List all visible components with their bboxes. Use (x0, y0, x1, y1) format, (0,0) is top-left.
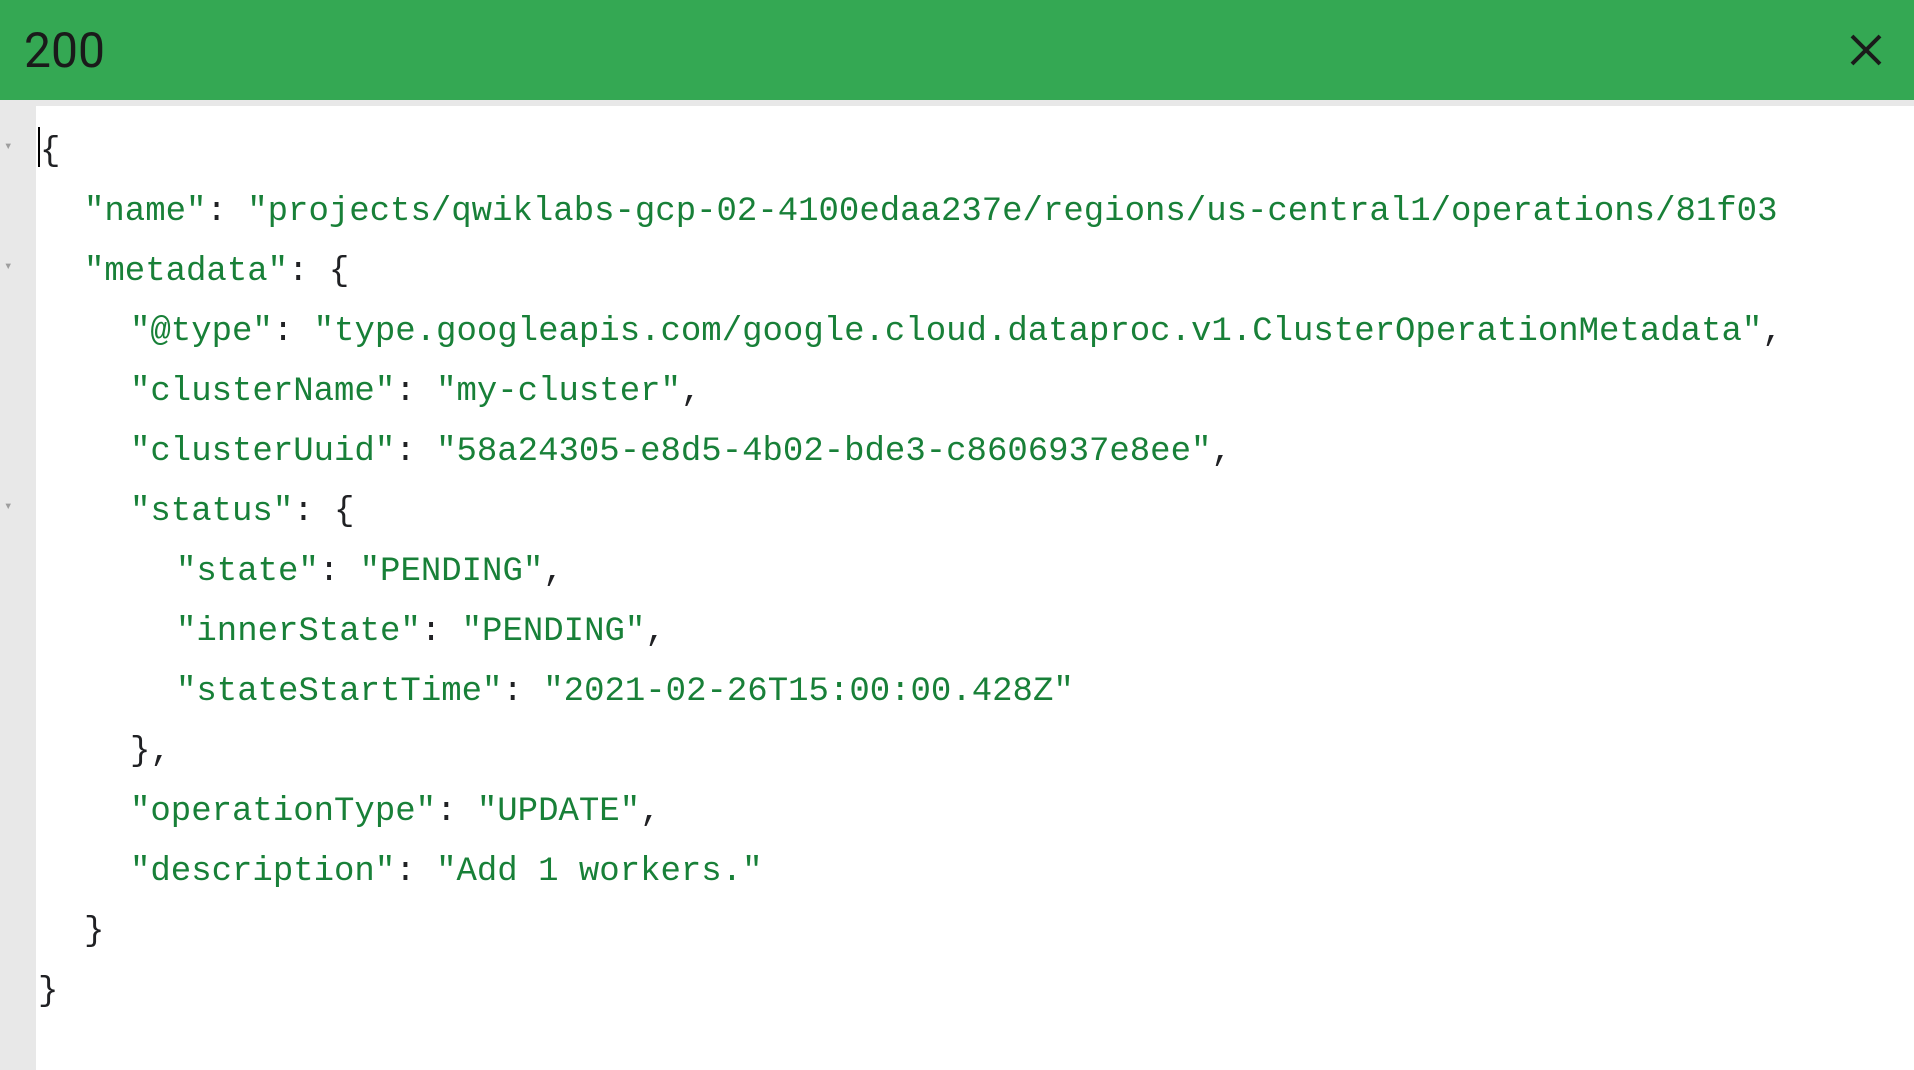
json-comma: , (1211, 433, 1231, 471)
json-comma: , (1762, 313, 1782, 351)
json-value-state: "PENDING" (360, 553, 544, 591)
json-key-clustername: "clusterName" (130, 373, 395, 411)
json-value-innerstate: "PENDING" (462, 613, 646, 651)
json-key-innerstate: "innerState" (176, 613, 421, 651)
json-comma: , (640, 793, 660, 831)
editor-gutter: ▾ ▾ ▾ (0, 106, 36, 1070)
json-key-statestarttime: "stateStartTime" (176, 673, 502, 711)
json-colon: : (395, 433, 436, 471)
json-key-clusteruuid: "clusterUuid" (130, 433, 395, 471)
json-value-statestarttime: "2021-02-26T15:00:00.428Z" (543, 673, 1074, 711)
json-colon: : (502, 673, 543, 711)
json-comma: , (543, 553, 563, 591)
json-comma: , (681, 373, 701, 411)
json-value-description: "Add 1 workers." (436, 853, 762, 891)
json-key-state: "state" (176, 553, 319, 591)
json-colon: : (395, 373, 436, 411)
json-key-description: "description" (130, 853, 395, 891)
json-colon: : (421, 613, 462, 651)
status-code: 200 (24, 22, 105, 79)
json-comma: , (645, 613, 665, 651)
json-brace: { (329, 253, 349, 291)
json-brace: } (38, 973, 58, 1011)
json-value-type: "type.googleapis.com/google.cloud.datapr… (314, 313, 1763, 351)
json-response-editor[interactable]: { "name": "projects/qwiklabs-gcp-02-4100e… (36, 106, 1914, 1070)
json-key-metadata: "metadata" (84, 253, 288, 291)
json-value-operationtype: "UPDATE" (477, 793, 640, 831)
json-value-clustername: "my-cluster" (436, 373, 681, 411)
json-key-status: "status" (130, 493, 293, 531)
json-brace: } (130, 733, 150, 771)
json-brace: { (334, 493, 354, 531)
json-colon: : (288, 253, 329, 291)
close-icon (1846, 30, 1886, 70)
close-button[interactable] (1842, 26, 1890, 74)
json-key-name: "name" (84, 193, 206, 231)
response-body-area: ▾ ▾ ▾ { "name": "projects/qwiklabs-gcp-02… (0, 100, 1914, 1070)
json-colon: : (273, 313, 314, 351)
json-key-operationtype: "operationType" (130, 793, 436, 831)
fold-toggle-icon[interactable]: ▾ (4, 498, 12, 515)
json-colon: : (293, 493, 334, 531)
json-colon: : (395, 853, 436, 891)
json-colon: : (206, 193, 247, 231)
json-colon: : (436, 793, 477, 831)
json-key-type: "@type" (130, 313, 273, 351)
fold-toggle-icon[interactable]: ▾ (4, 138, 12, 155)
fold-toggle-icon[interactable]: ▾ (4, 258, 12, 275)
json-value-clusteruuid: "58a24305-e8d5-4b02-bde3-c8606937e8ee" (436, 433, 1211, 471)
json-colon: : (319, 553, 360, 591)
json-brace: } (84, 913, 104, 951)
json-brace: { (40, 133, 60, 171)
json-comma: , (150, 733, 170, 771)
response-status-bar: 200 (0, 0, 1914, 100)
json-value-name: "projects/qwiklabs-gcp-02-4100edaa237e/r… (247, 193, 1777, 231)
